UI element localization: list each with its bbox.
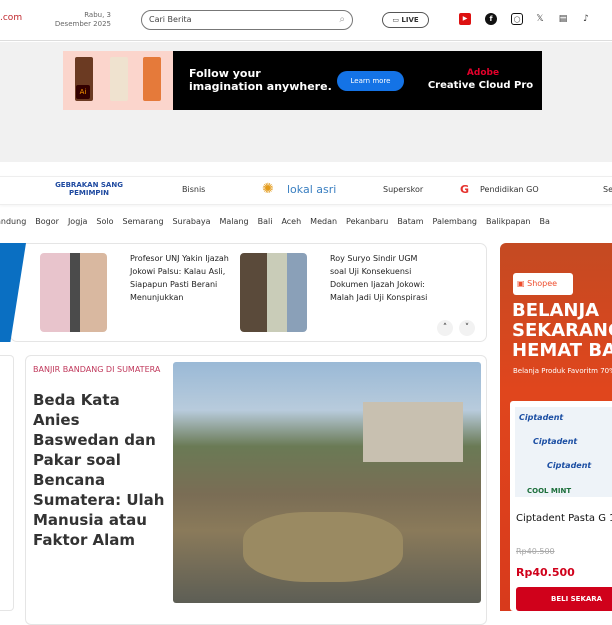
- main-menu: GEBRAKAN SANG PEMIMPIN Bisnis ✺ lokal as…: [0, 176, 612, 205]
- ad-image: Ai: [63, 51, 173, 110]
- shopee-headline: BELANJA SEKARANG HEMAT BA: [512, 301, 612, 361]
- pendidikan-go-logo-icon: G: [460, 183, 470, 196]
- product-image-variant: COOL MINT: [527, 487, 572, 495]
- city-link[interactable]: Bogor: [35, 217, 59, 226]
- product-image-brand: Ciptadent: [533, 437, 578, 446]
- shopee-headline-1: BELANJA: [512, 300, 600, 321]
- shopee-logo: ▣ Shopee: [513, 273, 573, 295]
- ad-product: Creative Cloud Pro: [427, 80, 534, 91]
- city-link[interactable]: Semarang: [123, 217, 164, 226]
- old-price: Rp40.500: [516, 547, 555, 556]
- city-link[interactable]: Pekanbaru: [346, 217, 388, 226]
- facebook-icon[interactable]: f: [485, 13, 497, 25]
- shopee-ad[interactable]: ▣ Shopee BELANJA SEKARANG HEMAT BA Belanja…: [500, 243, 612, 611]
- product-name: Ciptadent Pasta G 12 Cool Mint Tube: [516, 513, 612, 524]
- search-icon[interactable]: ⌕: [339, 14, 345, 25]
- lokal-asri-logo-icon: ✺: [262, 181, 274, 197]
- orange-bar-image: [143, 57, 161, 101]
- adobe-banner-ad[interactable]: Ai Follow your imagination anywhere. Lear…: [63, 51, 542, 110]
- product-image-brand: Ciptadent: [519, 413, 564, 422]
- youtube-icon[interactable]: ▶: [459, 13, 471, 25]
- threads-icon[interactable]: ▤: [557, 13, 569, 25]
- x-twitter-icon[interactable]: 𝕏: [534, 13, 546, 25]
- city-link[interactable]: Palembang: [433, 217, 477, 226]
- search-placeholder: Cari Berita: [149, 15, 192, 24]
- ad-headline-line2: imagination anywhere.: [189, 80, 332, 93]
- menu-item-gebrakan[interactable]: GEBRAKAN SANG PEMIMPIN: [53, 181, 125, 197]
- headline-title[interactable]: Beda Kata Anies Baswedan dan Pakar soal …: [33, 390, 168, 550]
- chevron-down-icon[interactable]: ˅: [459, 320, 475, 336]
- learn-more-button[interactable]: Learn more: [337, 71, 404, 91]
- date-day: Rabu, 3: [84, 11, 111, 19]
- live-label: LIVE: [401, 16, 419, 24]
- menu-item-lokal-asri[interactable]: lokal asri: [287, 183, 336, 196]
- trending-title[interactable]: Roy Suryo Sindir UGM soal Uji Konsekuens…: [330, 252, 430, 304]
- search-input[interactable]: Cari Berita ⌕: [141, 10, 353, 30]
- trending-thumbnail[interactable]: [240, 253, 307, 332]
- ad-headline-line1: Follow your: [189, 67, 261, 80]
- trending-thumbnail[interactable]: [40, 253, 107, 332]
- city-link[interactable]: Jogja: [68, 217, 87, 226]
- instagram-icon[interactable]: ◯: [511, 13, 523, 25]
- building-image: [363, 402, 463, 462]
- city-link[interactable]: Bali: [258, 217, 273, 226]
- city-link[interactable]: Batam: [397, 217, 423, 226]
- headline-category[interactable]: BANJIR BANDANG DI SUMATERA: [33, 364, 168, 376]
- city-link[interactable]: Surabaya: [173, 217, 211, 226]
- live-button[interactable]: ▭ LIVE: [382, 12, 429, 28]
- ad-headline: Follow your imagination anywhere.: [189, 67, 332, 93]
- headline-photo[interactable]: [173, 362, 481, 603]
- buy-now-button[interactable]: BELI SEKARA: [516, 587, 612, 611]
- menu-item-superskor[interactable]: Superskor: [383, 185, 423, 194]
- site-header: .com Rabu, 3 Desember 2025 Cari Berita ⌕ ▭…: [0, 0, 612, 41]
- city-link[interactable]: Solo: [96, 217, 113, 226]
- product-card[interactable]: Ciptadent Ciptadent Ciptadent COOL MINT …: [510, 401, 612, 611]
- city-link[interactable]: Ba: [539, 217, 549, 226]
- city-link[interactable]: andung: [0, 217, 26, 226]
- left-card-edge: [0, 355, 14, 611]
- date-month-year: Desember 2025: [54, 20, 111, 28]
- product-image: Ciptadent Ciptadent Ciptadent COOL MINT: [515, 407, 612, 497]
- trending-title[interactable]: Profesor UNJ Yakin Ijazah Jokowi Palsu: …: [130, 252, 230, 304]
- pattern-bar-image: [110, 57, 128, 101]
- shopee-brand: Shopee: [527, 279, 558, 288]
- city-link[interactable]: Malang: [220, 217, 249, 226]
- city-nav: andung Bogor Jogja Solo Semarang Surabaya Mala…: [0, 217, 559, 226]
- ad-brand: Adobe: [466, 68, 500, 78]
- price: Rp40.500: [516, 566, 575, 579]
- tiktok-icon[interactable]: ♪: [580, 13, 592, 25]
- menu-item-more[interactable]: Se: [603, 185, 612, 194]
- shopee-headline-2: SEKARANG: [512, 320, 612, 341]
- city-link[interactable]: Aceh: [281, 217, 301, 226]
- illustrator-badge: Ai: [76, 85, 90, 99]
- menu-item-pendidikan-go[interactable]: Pendidikan GO: [480, 185, 539, 194]
- product-image-brand: Ciptadent: [547, 461, 592, 470]
- shopee-bag-icon: ▣: [517, 279, 528, 288]
- flood-water-image: [243, 512, 403, 582]
- shopee-headline-3: HEMAT BA: [512, 340, 612, 361]
- chevron-up-icon[interactable]: ˄: [437, 320, 453, 336]
- current-date: Rabu, 3 Desember 2025: [45, 11, 111, 29]
- city-link[interactable]: Medan: [310, 217, 337, 226]
- shopee-subtext: Belanja Produk Favoritm 70%!: [513, 367, 612, 375]
- site-logo[interactable]: .com: [0, 13, 22, 23]
- city-link[interactable]: Balikpapan: [486, 217, 531, 226]
- menu-item-bisnis[interactable]: Bisnis: [182, 185, 205, 194]
